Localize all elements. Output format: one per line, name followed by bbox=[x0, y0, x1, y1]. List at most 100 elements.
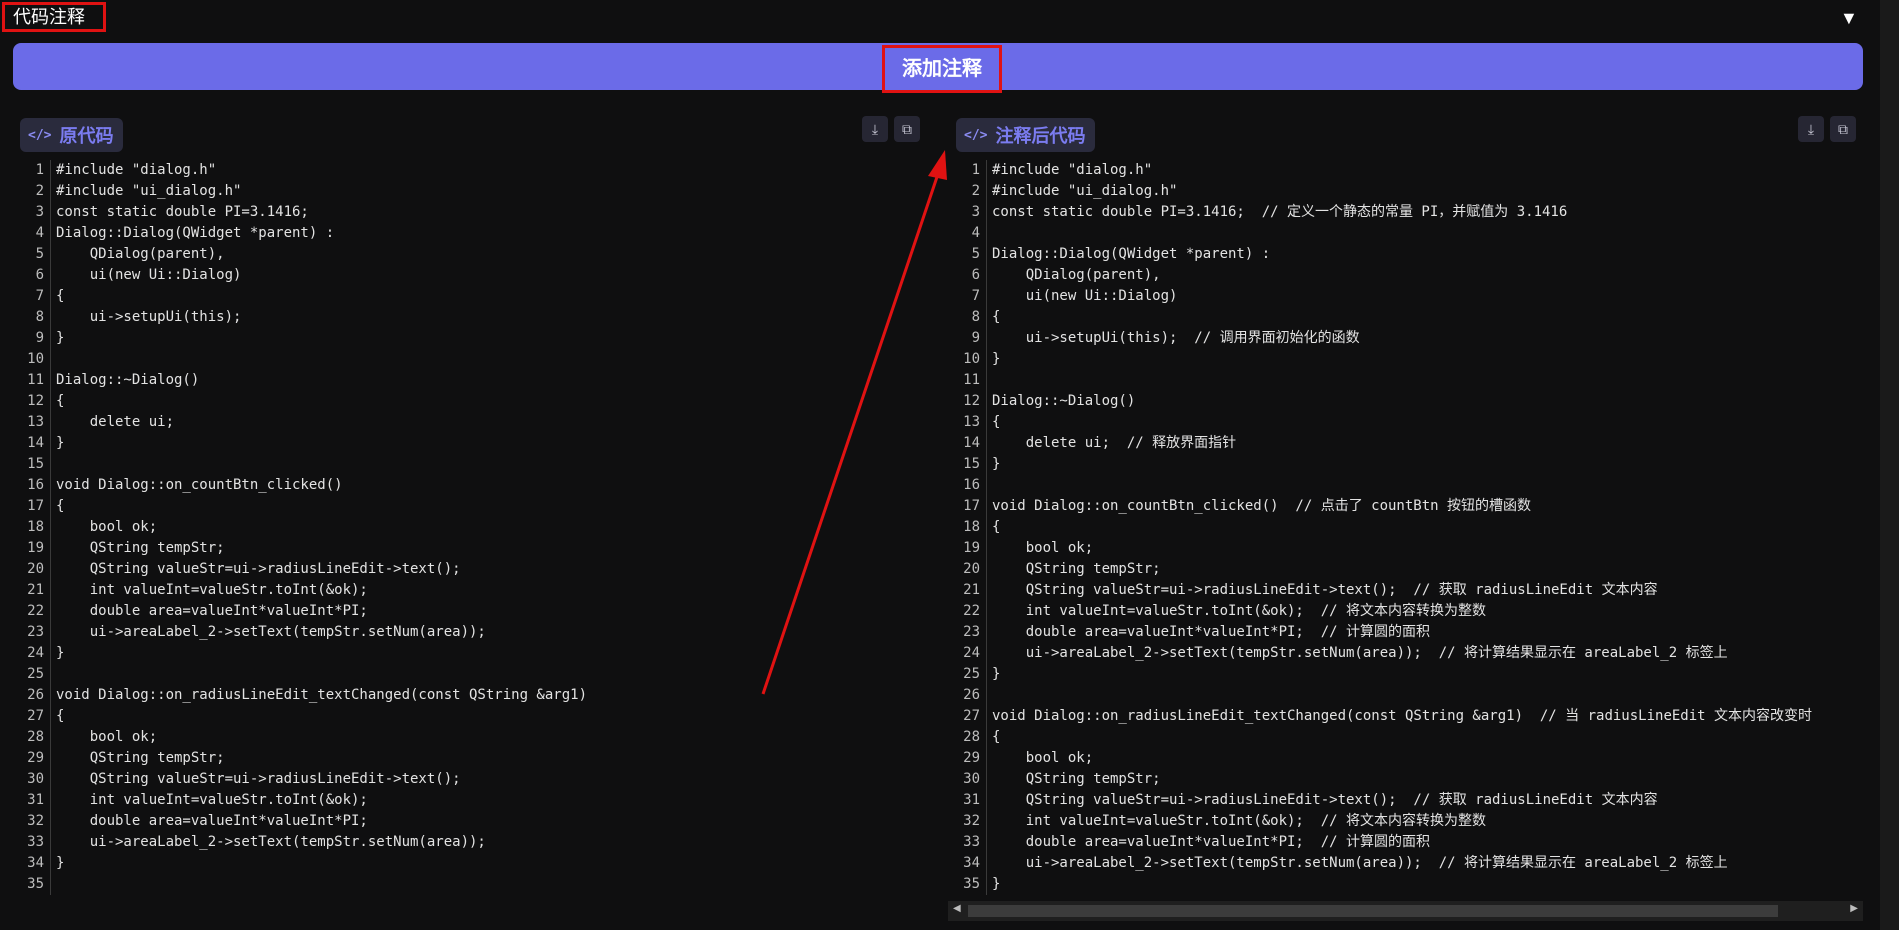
line-number: 16 bbox=[963, 477, 980, 493]
line-number: 34 bbox=[27, 855, 44, 871]
line-number: 2 bbox=[35, 183, 44, 199]
line-number: 27 bbox=[27, 708, 44, 724]
line-number: 21 bbox=[963, 582, 980, 598]
code-line: QString tempStr; bbox=[992, 771, 1161, 787]
code-line: { bbox=[992, 519, 1001, 535]
code-line: ui->areaLabel_2->setText(tempStr.setNum(… bbox=[992, 855, 1728, 871]
collapse-toggle-icon[interactable]: ▼ bbox=[1840, 6, 1858, 30]
commented-code-title: 注释后代码 bbox=[995, 126, 1086, 146]
line-number: 6 bbox=[971, 267, 980, 283]
line-number: 1 bbox=[35, 162, 44, 178]
code-line: bool ok; bbox=[56, 519, 158, 535]
line-number: 11 bbox=[27, 372, 44, 388]
line-number: 33 bbox=[27, 834, 44, 850]
line-number: 24 bbox=[963, 645, 980, 661]
code-line: double area=valueInt*valueInt*PI; bbox=[56, 813, 368, 829]
code-line: Dialog::Dialog(QWidget *parent) : bbox=[56, 225, 335, 241]
commented-code-lines: #include "dialog.h" #include "ui_dialog.h… bbox=[992, 160, 1856, 895]
copy-icon[interactable]: ⧉ bbox=[1830, 116, 1856, 142]
code-line: } bbox=[992, 456, 1001, 472]
code-line: bool ok; bbox=[56, 729, 158, 745]
download-icon[interactable]: ⤓ bbox=[1798, 116, 1824, 142]
commented-code-tab[interactable]: </> 注释后代码 bbox=[956, 118, 1096, 152]
code-line: const static double PI=3.1416; bbox=[56, 204, 309, 220]
line-number: 29 bbox=[27, 750, 44, 766]
code-line: Dialog::Dialog(QWidget *parent) : bbox=[992, 246, 1271, 262]
code-line: QString valueStr=ui->radiusLineEdit->tex… bbox=[56, 561, 461, 577]
line-number: 6 bbox=[35, 267, 44, 283]
original-code-panel: </> 原代码 ⤓ ⧉ 1 2 3 4 5 6 7 8 9 10 11 12 13 14 15 16 17 18 1… bbox=[18, 116, 920, 902]
line-number: 27 bbox=[963, 708, 980, 724]
line-number: 9 bbox=[971, 330, 980, 346]
line-number: 35 bbox=[27, 876, 44, 892]
code-line: void Dialog::on_countBtn_clicked() // 点击… bbox=[992, 498, 1532, 514]
code-line: #include "ui_dialog.h" bbox=[992, 183, 1178, 199]
download-icon[interactable]: ⤓ bbox=[862, 116, 888, 142]
code-line: { bbox=[992, 729, 1001, 745]
code-line: { bbox=[992, 414, 1001, 430]
code-line: bool ok; bbox=[992, 750, 1094, 766]
line-number: 8 bbox=[971, 309, 980, 325]
line-number: 21 bbox=[27, 582, 44, 598]
code-line: ui->areaLabel_2->setText(tempStr.setNum(… bbox=[992, 645, 1728, 661]
code-line: ui(new Ui::Dialog) bbox=[56, 267, 242, 283]
code-line: } bbox=[56, 330, 65, 346]
code-line: bool ok; bbox=[992, 540, 1094, 556]
code-annotation-page: 代码注释 ▼ 添加注释 </> 原代码 ⤓ ⧉ 1 2 3 4 5 6 7 8 9 10 11 12 1… bbox=[0, 0, 1899, 930]
line-number: 7 bbox=[35, 288, 44, 304]
original-code-tab[interactable]: </> 原代码 bbox=[20, 118, 124, 152]
code-line: void Dialog::on_radiusLineEdit_textChang… bbox=[56, 687, 588, 703]
line-number: 7 bbox=[971, 288, 980, 304]
code-line: Dialog::~Dialog() bbox=[56, 372, 200, 388]
line-number: 17 bbox=[963, 498, 980, 514]
code-line: Dialog::~Dialog() bbox=[992, 393, 1136, 409]
line-number: 30 bbox=[963, 771, 980, 787]
line-number: 26 bbox=[27, 687, 44, 703]
line-number: 23 bbox=[963, 624, 980, 640]
code-line: { bbox=[992, 309, 1001, 325]
line-number: 4 bbox=[971, 225, 980, 241]
code-line: int valueInt=valueStr.toInt(&ok); // 将文本… bbox=[992, 813, 1487, 829]
add-comments-button-label[interactable]: 添加注释 bbox=[882, 45, 1002, 93]
code-line: ui->areaLabel_2->setText(tempStr.setNum(… bbox=[56, 624, 486, 640]
code-line: QString valueStr=ui->radiusLineEdit->tex… bbox=[56, 771, 461, 787]
page-vertical-scrollbar[interactable] bbox=[1880, 0, 1899, 930]
scroll-left-icon[interactable]: ◀ bbox=[953, 903, 961, 914]
line-number: 14 bbox=[963, 435, 980, 451]
original-code-editor[interactable]: 1 2 3 4 5 6 7 8 9 10 11 12 13 14 15 16 17 18 19 20 21 22 23 24 2… bbox=[18, 160, 920, 902]
line-number: 12 bbox=[963, 393, 980, 409]
line-number: 13 bbox=[27, 414, 44, 430]
code-line: ui->setupUi(this); bbox=[56, 309, 242, 325]
code-line: } bbox=[56, 855, 65, 871]
code-line: ui(new Ui::Dialog) bbox=[992, 288, 1178, 304]
code-line: #include "dialog.h" bbox=[992, 162, 1153, 178]
line-number: 24 bbox=[27, 645, 44, 661]
code-line: QString valueStr=ui->radiusLineEdit->tex… bbox=[992, 792, 1658, 808]
line-number: 22 bbox=[27, 603, 44, 619]
line-number: 33 bbox=[963, 834, 980, 850]
line-number: 26 bbox=[963, 687, 980, 703]
line-number: 35 bbox=[963, 876, 980, 892]
scroll-right-icon[interactable]: ▶ bbox=[1850, 903, 1858, 914]
line-number: 2 bbox=[971, 183, 980, 199]
code-line: { bbox=[56, 288, 65, 304]
line-number: 12 bbox=[27, 393, 44, 409]
line-number: 31 bbox=[27, 792, 44, 808]
scrollbar-thumb[interactable] bbox=[968, 905, 1778, 917]
line-number: 28 bbox=[27, 729, 44, 745]
section-title[interactable]: 代码注释 bbox=[2, 2, 106, 32]
copy-icon[interactable]: ⧉ bbox=[894, 116, 920, 142]
line-number: 31 bbox=[963, 792, 980, 808]
horizontal-scrollbar[interactable]: ◀ ▶ bbox=[948, 901, 1863, 921]
code-line: { bbox=[56, 708, 65, 724]
code-line: QDialog(parent), bbox=[56, 246, 225, 262]
code-line: ui->areaLabel_2->setText(tempStr.setNum(… bbox=[56, 834, 486, 850]
line-number: 28 bbox=[963, 729, 980, 745]
commented-code-editor[interactable]: 1 2 3 4 5 6 7 8 9 10 11 12 13 14 15 16 17 18 19 20 21 22 23 24 2… bbox=[954, 160, 1856, 902]
commented-code-panel: </> 注释后代码 ⤓ ⧉ 1 2 3 4 5 6 7 8 9 10 11 12 13 14 15 16 17 1… bbox=[954, 116, 1856, 902]
code-line: double area=valueInt*valueInt*PI; // 计算圆… bbox=[992, 624, 1431, 640]
